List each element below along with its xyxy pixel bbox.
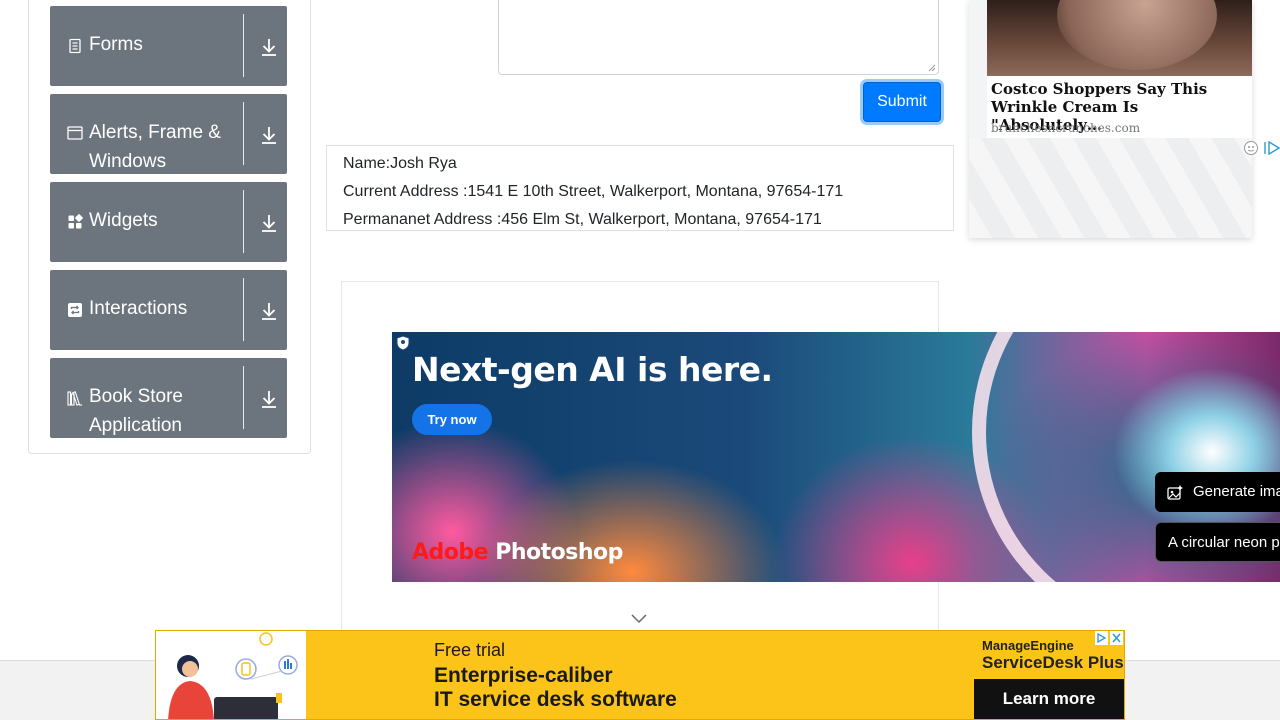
photoshop-wordmark: Photoshop [495,540,623,565]
sidebar-group-label: Alerts, Frame & Windows [89,122,221,172]
ad-pattern [969,138,1252,238]
ad-close-icon[interactable] [1095,631,1123,645]
image-generate-icon [1167,485,1183,500]
manageengine-logo: ManageEngine [982,638,1074,653]
output-box: Name:Josh Rya Current Address :1541 E 10… [326,145,954,231]
ad-illustration [156,631,306,719]
servicedesk-plus-logo: ServiceDesk Plus [982,653,1124,672]
download-icon[interactable] [258,212,280,234]
sidebar-group-label: Widgets [89,210,158,231]
chevron-down-icon[interactable] [630,612,648,624]
prompt-pill[interactable]: A circular neon p [1155,522,1280,562]
pill-label: A circular neon p [1168,534,1280,551]
adobe-wordmark: Adobe [412,540,489,565]
ad-line-enterprise: Enterprise-caliber [434,664,613,687]
divider [243,190,244,253]
sidebar-group-label: Forms [89,34,143,55]
ad-title: Next-gen AI is here. [412,350,773,389]
sidebar-group-interactions[interactable]: Interactions [50,270,287,350]
ad-choices-icon[interactable] [1243,140,1280,156]
ad-line-free-trial: Free trial [434,640,506,660]
sidebar-group-label: Book Store Application [89,386,183,436]
download-icon[interactable] [258,36,280,58]
resize-grip-icon[interactable] [928,64,936,72]
photoshop-ad[interactable]: Next-gen AI is here. Try now Adobe Photo… [392,332,1280,582]
ad-photo [987,0,1252,76]
side-ad[interactable]: Costco Shoppers Say This Wrinkle Cream I… [969,0,1252,238]
download-icon[interactable] [258,124,280,146]
output-permanent-address: Permananet Address :456 Elm St, Walkerpo… [343,211,822,228]
bottom-ad[interactable]: Free trial Enterprise-caliber IT service… [155,630,1125,720]
download-icon[interactable] [258,388,280,410]
try-now-button[interactable]: Try now [412,404,492,435]
sidebar-group-label: Interactions [89,298,188,319]
window-icon [67,126,83,140]
sidebar-group-book-store[interactable]: Book Store Application [50,358,287,438]
ad-line-service-desk: IT service desk software [434,688,677,711]
shield-icon[interactable] [396,335,410,351]
interactions-icon [68,303,82,317]
sidebar: Forms Alerts, Frame & Windows Widgets In… [28,0,311,454]
books-icon [67,391,82,406]
document-icon [69,38,81,54]
widgets-icon [68,214,83,229]
output-name: Name:Josh Rya [343,155,457,172]
divider [243,366,244,429]
output-current-address: Current Address :1541 E 10th Street, Wal… [343,183,844,200]
ad-source: brunchesncrunches.com [991,121,1141,135]
learn-more-button[interactable]: Learn more [974,679,1124,719]
generate-image-pill[interactable]: Generate ima [1155,472,1280,512]
divider [243,278,244,341]
submit-button[interactable]: Submit [863,82,941,122]
permanent-address-textarea[interactable] [498,0,939,75]
sidebar-group-forms[interactable]: Forms [50,6,287,86]
page: Forms Alerts, Frame & Windows Widgets In… [0,0,1280,720]
divider [243,102,244,165]
pill-label: Generate ima [1193,483,1280,500]
download-icon[interactable] [258,300,280,322]
adobe-photoshop-logo: Adobe Photoshop [412,540,623,565]
ad-card[interactable]: Costco Shoppers Say This Wrinkle Cream I… [987,76,1252,138]
divider [243,14,244,77]
sidebar-group-widgets[interactable]: Widgets [50,182,287,262]
sidebar-group-alerts[interactable]: Alerts, Frame & Windows [50,94,287,174]
